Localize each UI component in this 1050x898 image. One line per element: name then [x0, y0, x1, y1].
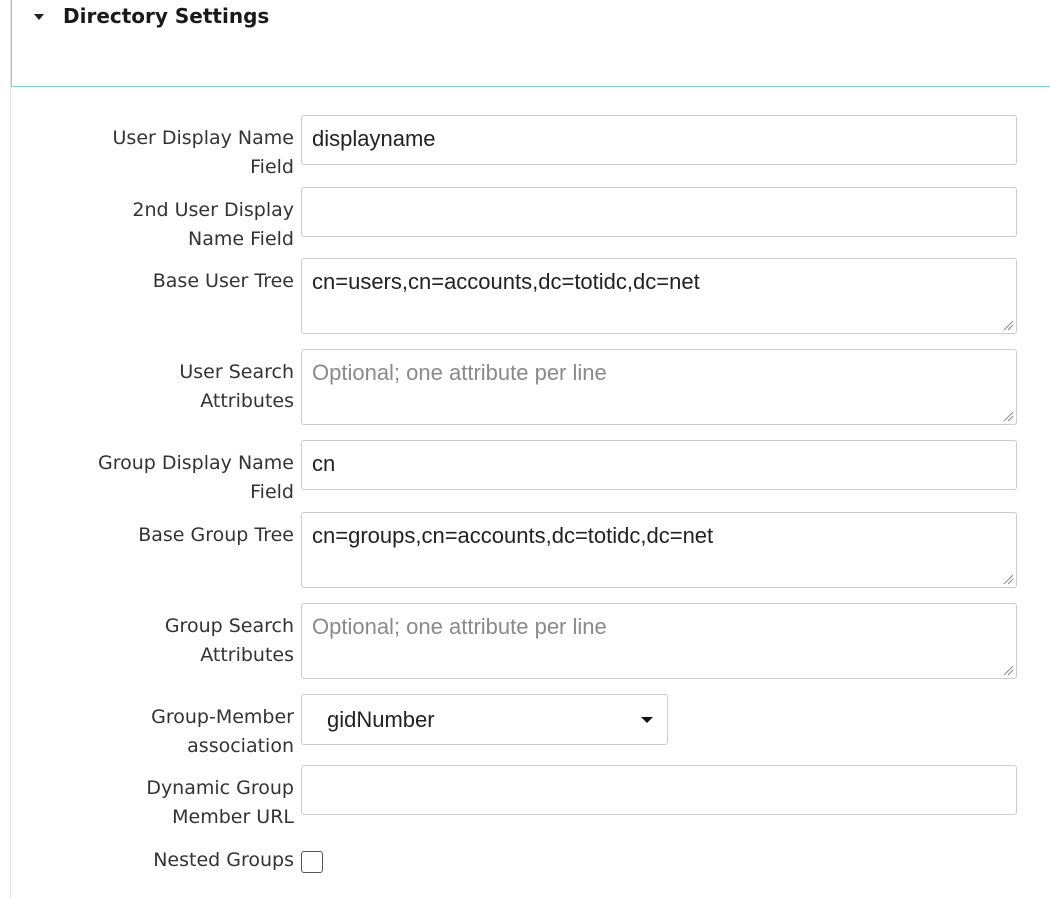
group-member-association-label: Group-Member association: [151, 706, 294, 757]
nested-groups-label: Nested Groups: [153, 849, 294, 871]
user-search-attributes-placeholder: Optional; one attribute per line: [312, 360, 607, 385]
dynamic-group-member-url-label: Dynamic Group Member URL: [146, 777, 294, 828]
base-user-tree-label: Base User Tree: [152, 270, 294, 292]
section-title: Directory Settings: [63, 4, 270, 28]
caret-down-icon[interactable]: [34, 14, 44, 20]
group-display-name-value: cn: [312, 451, 336, 476]
group-search-attributes-textarea[interactable]: Optional; one attribute per line: [301, 603, 1017, 679]
user-display-name-value: displayname: [312, 126, 436, 151]
group-search-attributes-label: Group Search Attributes: [164, 615, 294, 666]
group-member-association-select[interactable]: gidNumber: [301, 694, 668, 745]
base-group-tree-label: Base Group Tree: [138, 524, 294, 546]
nested-groups-checkbox[interactable]: [301, 851, 323, 873]
user-display-name-input[interactable]: displayname: [301, 115, 1017, 165]
base-user-tree-textarea[interactable]: cn=users,cn=accounts,dc=totidc,dc=net: [301, 258, 1017, 334]
user-search-attributes-textarea[interactable]: Optional; one attribute per line: [301, 349, 1017, 425]
user-display-name-label: User Display Name Field: [112, 127, 294, 178]
base-group-tree-textarea[interactable]: cn=groups,cn=accounts,dc=totidc,dc=net: [301, 512, 1017, 588]
resize-grip-icon[interactable]: [1002, 319, 1014, 331]
group-member-association-selected: gidNumber: [327, 707, 435, 732]
directory-settings-panel: Directory Settings User Display Name Fie…: [10, 0, 1050, 898]
second-user-display-name-input[interactable]: [301, 187, 1017, 237]
dynamic-group-member-url-input[interactable]: [301, 765, 1017, 815]
base-group-tree-value: cn=groups,cn=accounts,dc=totidc,dc=net: [312, 523, 714, 548]
chevron-down-icon: [641, 717, 653, 723]
directory-settings-header[interactable]: Directory Settings: [11, 0, 1050, 87]
resize-grip-icon[interactable]: [1002, 664, 1014, 676]
group-display-name-label: Group Display Name Field: [97, 452, 294, 503]
resize-grip-icon[interactable]: [1002, 573, 1014, 585]
user-search-attributes-label: User Search Attributes: [179, 361, 294, 412]
group-search-attributes-placeholder: Optional; one attribute per line: [312, 614, 607, 639]
second-user-display-name-label: 2nd User Display Name Field: [132, 199, 294, 250]
resize-grip-icon[interactable]: [1002, 410, 1014, 422]
base-user-tree-value: cn=users,cn=accounts,dc=totidc,dc=net: [312, 269, 700, 294]
group-display-name-input[interactable]: cn: [301, 440, 1017, 490]
